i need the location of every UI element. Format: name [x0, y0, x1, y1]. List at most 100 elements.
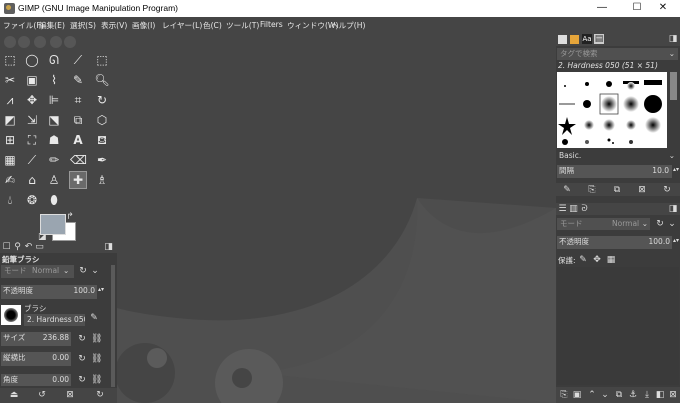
tool-options-scrollbar[interactable]	[111, 265, 115, 387]
align-tool-icon[interactable]: ⊫	[46, 92, 62, 108]
lower-layer-icon[interactable]: ⌄	[600, 390, 610, 400]
layers-tab-icon[interactable]: ☰	[558, 204, 567, 214]
rotate-tool-icon[interactable]: ↻	[94, 92, 110, 108]
layer-opacity-slider[interactable]: 不透明度 100.0	[557, 236, 672, 249]
link-angle-icon[interactable]: ⛓	[91, 375, 102, 385]
airbrush-tool-icon[interactable]: ✒	[94, 152, 110, 168]
measure-tool-icon[interactable]: ⩘	[2, 92, 18, 108]
paintbrush-tool-icon[interactable]: ⟋	[24, 152, 40, 168]
smudge-tool-icon[interactable]: 💧︎	[2, 192, 18, 208]
angle-slider[interactable]: 角度 0.00	[1, 374, 71, 386]
refresh-brushes-icon[interactable]: ↻	[662, 185, 672, 195]
free-select-tool-icon[interactable]: ᘏ	[46, 52, 62, 68]
anchor-layer-icon[interactable]: ⚓	[628, 390, 638, 400]
cage-transform-tool-icon[interactable]: ⛶	[24, 132, 40, 148]
edit-brush-icon[interactable]: ✎	[89, 313, 99, 323]
brushes-tab-menu-icon[interactable]: ◨	[668, 34, 678, 44]
mode-dropdown-icon[interactable]: ⌄	[90, 266, 100, 276]
image-canvas[interactable]	[117, 33, 556, 403]
paths-tool-icon[interactable]: ⌇	[46, 72, 62, 88]
new-layer-icon[interactable]: ⎘	[559, 390, 569, 400]
blur-sharpen-tool-icon[interactable]: ❂	[24, 192, 40, 208]
layers-tab-menu-icon[interactable]: ◨	[668, 204, 678, 214]
delete-layer-icon[interactable]: ⊠	[668, 390, 678, 400]
spacing-slider[interactable]: 間隔 10.0	[557, 165, 672, 178]
link-size-icon[interactable]: ⛓	[91, 334, 102, 344]
gradient-tool-icon[interactable]: ▦	[2, 152, 18, 168]
size-slider[interactable]: サイズ 236.88	[1, 332, 71, 346]
menu-edit[interactable]: 編集(E)	[39, 20, 65, 31]
spacing-spin-icon[interactable]: ▴▾	[673, 165, 679, 175]
merge-layer-icon[interactable]: ⤓	[642, 390, 652, 400]
layer-mask-icon[interactable]: ◧	[655, 390, 665, 400]
unified-transform-tool-icon[interactable]: ⧉	[70, 112, 86, 128]
color-picker-tool-icon[interactable]: ✎	[70, 72, 86, 88]
aspect-ratio-slider[interactable]: 縦横比 0.00	[1, 352, 71, 366]
reset-angle-icon[interactable]: ↻	[77, 375, 87, 385]
lock-position-icon[interactable]: ✥	[592, 255, 602, 265]
fonts-tab-icon[interactable]: Aa	[582, 34, 592, 44]
mode-select[interactable]: モード Normal ⌄	[1, 265, 74, 278]
menu-colors[interactable]: 色(C)	[203, 20, 222, 31]
scissors-tool-icon[interactable]: ✂	[2, 72, 18, 88]
brush-tag-filter[interactable]: タグで検索 ⌄	[557, 48, 678, 60]
dodge-burn-tool-icon[interactable]: ⬮	[46, 192, 62, 208]
lock-pixels-icon[interactable]: ✎	[578, 255, 588, 265]
eraser-tool-icon[interactable]: ⌫	[70, 152, 87, 168]
ellipse-select-tool-icon[interactable]: ◯	[24, 52, 40, 68]
brush-preset-select[interactable]: Basic. ⌄	[557, 150, 678, 161]
reset-options-icon[interactable]: ↻	[95, 390, 105, 400]
fuzzy-select-tool-icon[interactable]: ⟋	[70, 52, 86, 68]
minimize-button[interactable]: —	[585, 0, 619, 17]
delete-preset-icon[interactable]: ⊠	[65, 390, 75, 400]
reset-size-icon[interactable]: ↻	[77, 334, 87, 344]
duplicate-layer-icon[interactable]: ⧉	[614, 390, 624, 400]
ink-tool-icon[interactable]: ✍	[2, 172, 18, 188]
reset-mode-icon[interactable]: ↻	[78, 266, 88, 276]
text-tool-icon[interactable]: A	[70, 132, 86, 148]
save-preset-icon[interactable]: ⏏	[9, 390, 19, 400]
menu-layer[interactable]: レイヤー(L)	[162, 20, 202, 31]
crop-tool-icon[interactable]: ⌗	[70, 92, 86, 108]
tool-options-tab-icon[interactable]: ☐	[2, 242, 11, 252]
new-brush-icon[interactable]: ⎘	[587, 185, 597, 195]
restore-preset-icon[interactable]: ↺	[37, 390, 47, 400]
bucket-fill-tool-icon[interactable]: ⛾	[94, 132, 110, 148]
layers-list[interactable]	[557, 267, 679, 385]
brush-preview[interactable]	[1, 305, 21, 325]
select-by-color-tool-icon[interactable]: ⬚	[94, 52, 110, 68]
pencil-tool-icon[interactable]: ✏	[46, 152, 62, 168]
handle-transform-tool-icon[interactable]: ⊞	[2, 132, 18, 148]
link-aspect-icon[interactable]: ⛓	[91, 354, 102, 364]
brush-name-field[interactable]: 2. Hardness 050	[24, 314, 85, 326]
edit-brush-footer-icon[interactable]: ✎	[562, 185, 572, 195]
lock-alpha-icon[interactable]: ▦	[606, 255, 616, 265]
device-status-tab-icon[interactable]: ⚲	[13, 242, 22, 252]
undo-history-tab-icon[interactable]: ↶	[24, 242, 33, 252]
swap-colors-icon[interactable]: ↱	[66, 212, 74, 222]
menu-tools[interactable]: ツール(T)	[226, 20, 259, 31]
mypaint-brush-tool-icon[interactable]: ⌂	[24, 172, 40, 188]
delete-brush-icon[interactable]: ⊠	[637, 185, 647, 195]
tab-menu-icon[interactable]: ◨	[104, 242, 113, 252]
duplicate-brush-icon[interactable]: ⧉	[612, 185, 622, 195]
raise-layer-icon[interactable]: ⌃	[587, 390, 597, 400]
3d-transform-tool-icon[interactable]: ⬡	[94, 112, 110, 128]
paths-tab-icon[interactable]: ᘒ	[580, 204, 589, 214]
patterns-tab-icon[interactable]	[570, 35, 579, 44]
foreground-color-swatch[interactable]	[40, 214, 66, 235]
layer-mode-dropdown-icon[interactable]: ⌄	[667, 219, 677, 229]
brush-grid-scrollbar[interactable]	[670, 72, 677, 100]
layer-opacity-spin-icon[interactable]: ▴▾	[673, 236, 679, 246]
layer-mode-select[interactable]: モード Normal ⌄	[557, 218, 650, 230]
opacity-spin-icon[interactable]: ▴▾	[98, 285, 104, 295]
menu-file[interactable]: ファイル(F)	[3, 20, 44, 31]
brushes-tab-icon[interactable]	[558, 35, 567, 44]
menu-select[interactable]: 選択(S)	[70, 20, 96, 31]
clone-tool-icon[interactable]: ♙	[46, 172, 62, 188]
reset-layer-mode-icon[interactable]: ↻	[655, 219, 665, 229]
channels-tab-icon[interactable]: ▥	[569, 204, 578, 214]
menu-filters[interactable]: Filters	[260, 20, 283, 29]
perspective-tool-icon[interactable]: ⬔	[46, 112, 62, 128]
new-layer-group-icon[interactable]: ▣	[572, 390, 582, 400]
